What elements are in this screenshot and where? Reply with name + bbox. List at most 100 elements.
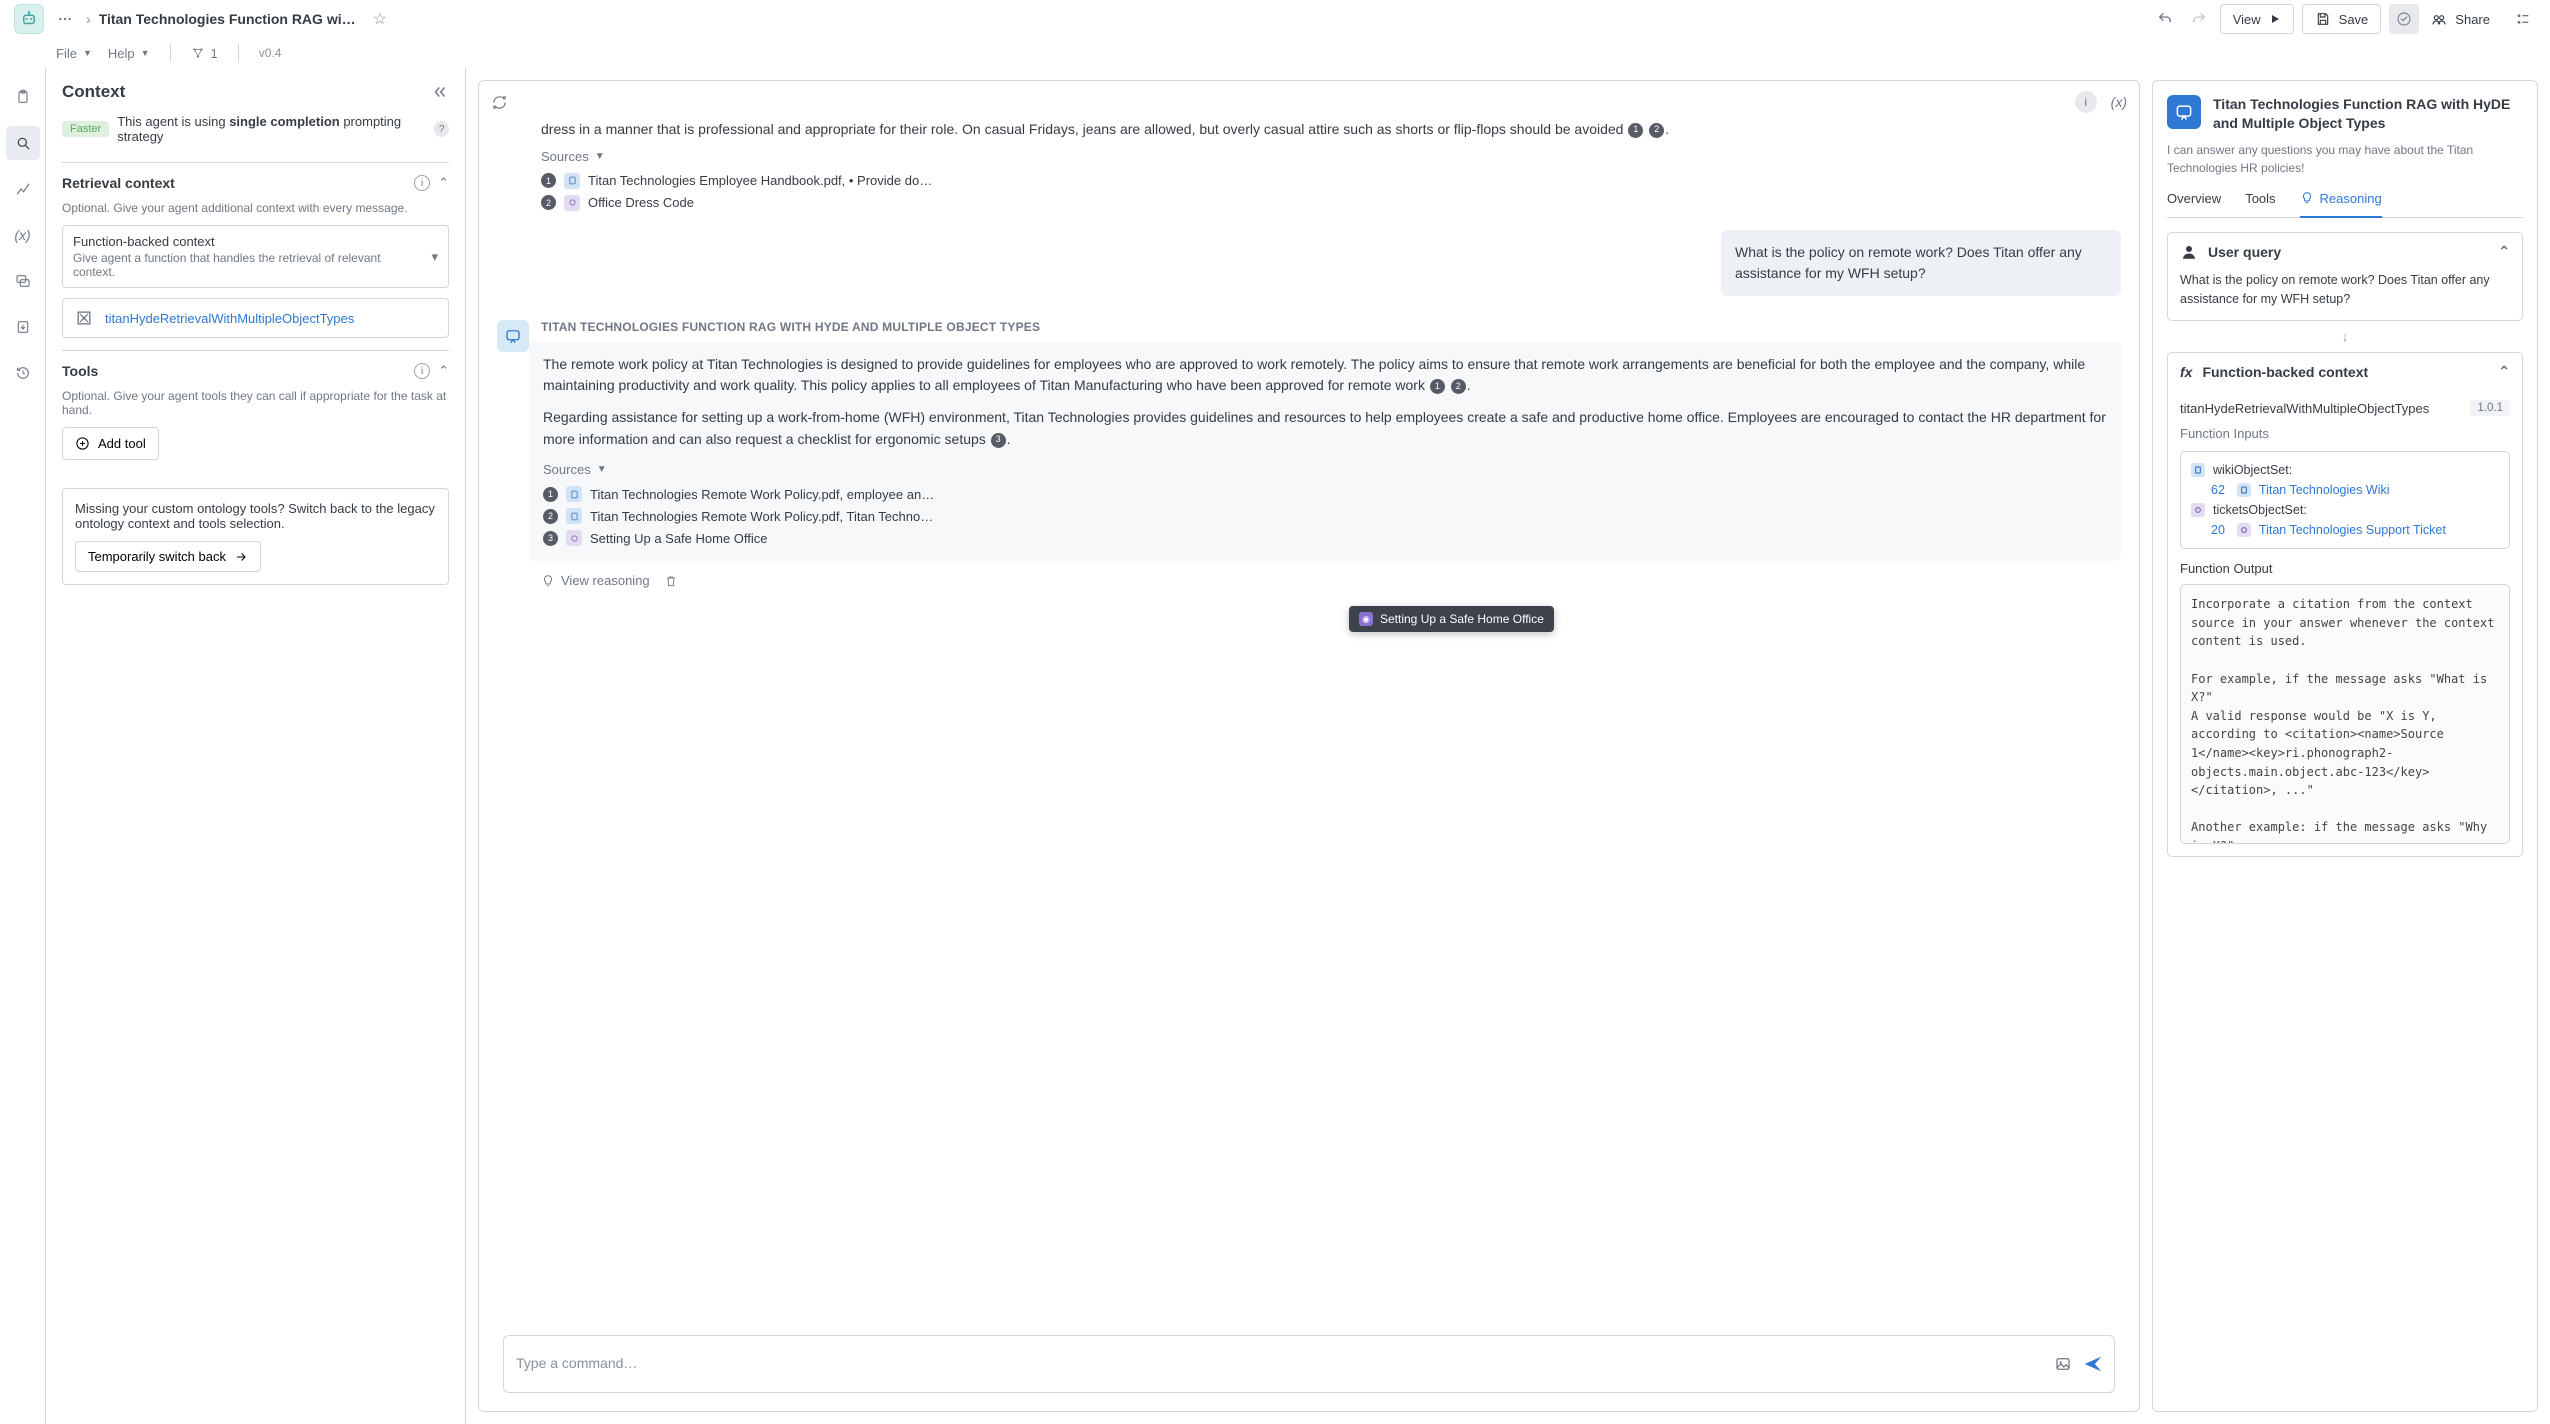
graph-nav[interactable]: 1 <box>191 46 218 61</box>
obj-icon <box>2237 483 2251 497</box>
chevron-down-icon: ▾ <box>431 249 438 265</box>
legacy-switch-box: Missing your custom ontology tools? Swit… <box>62 488 449 585</box>
help-menu[interactable]: Help ▼ <box>108 46 150 61</box>
source-row[interactable]: 1Titan Technologies Remote Work Policy.p… <box>543 483 2107 505</box>
sources-toggle[interactable]: Sources▼ <box>543 462 607 477</box>
fbc-section[interactable]: fx Function-backed context ⌃ <box>2168 353 2522 390</box>
select-title: Function-backed context <box>73 234 414 249</box>
ellipsis-icon <box>57 11 73 27</box>
strategy-help-icon[interactable]: ? <box>434 121 449 137</box>
variable-icon: (x) <box>14 227 30 243</box>
collapse-panel-button[interactable] <box>431 83 449 101</box>
delete-button[interactable] <box>664 574 678 588</box>
rail-clipboard-icon[interactable] <box>6 80 40 114</box>
more-menu-button[interactable] <box>52 6 78 32</box>
user-query-section[interactable]: User query ⌃ <box>2168 233 2522 271</box>
faster-badge: Faster <box>62 121 109 137</box>
answer-p2: Regarding assistance for setting up a wo… <box>543 409 2106 447</box>
citation-1[interactable]: 1 <box>1430 379 1445 394</box>
view-button[interactable]: View <box>2220 4 2294 34</box>
file-menu[interactable]: File▼ <box>56 46 92 61</box>
doc-icon <box>566 486 582 502</box>
context-title: Context <box>62 82 125 102</box>
trash-icon <box>664 574 678 588</box>
assistant-name: TITAN TECHNOLOGIES FUNCTION RAG WITH HYD… <box>541 320 2121 334</box>
tab-overview[interactable]: Overview <box>2167 191 2221 218</box>
citation-2[interactable]: 2 <box>1451 379 1466 394</box>
chevron-down-icon: ▼ <box>141 48 150 58</box>
rail-variable-icon[interactable]: (x) <box>6 218 40 252</box>
view-reasoning-label: View reasoning <box>561 573 650 588</box>
user-message-bubble: What is the policy on remote work? Does … <box>1721 230 2121 296</box>
sources-toggle[interactable]: Sources▼ <box>541 149 605 164</box>
user-query-text: What is the policy on remote work? Does … <box>2168 271 2522 321</box>
citation-tooltip: ◉ Setting Up a Safe Home Office <box>1349 606 1554 632</box>
source-row[interactable]: 2 Office Dress Code <box>541 192 2121 214</box>
info-button[interactable]: i <box>2075 91 2097 113</box>
tools-header[interactable]: Tools i ⌃ <box>62 363 449 379</box>
separator <box>238 44 239 62</box>
assistant-avatar <box>497 320 529 352</box>
export-icon <box>15 319 31 335</box>
save-icon <box>2315 11 2331 27</box>
wiki-link[interactable]: Titan Technologies Wiki <box>2259 483 2390 497</box>
rail-history-icon[interactable] <box>6 356 40 390</box>
share-button[interactable]: Share <box>2427 4 2502 34</box>
check-icon <box>2396 11 2412 27</box>
clipboard-icon <box>15 89 31 105</box>
retrieval-context-header[interactable]: Retrieval context i ⌃ <box>62 175 449 191</box>
undo-button[interactable] <box>2152 6 2178 32</box>
fn-output-label: Function Output <box>2168 561 2522 584</box>
view-reasoning-button[interactable]: View reasoning <box>541 573 650 588</box>
tab-reasoning[interactable]: Reasoning <box>2300 191 2382 218</box>
send-button[interactable] <box>2082 1353 2104 1375</box>
bulb-icon <box>2300 191 2314 205</box>
legacy-switch-button[interactable]: Temporarily switch back <box>75 541 261 572</box>
retrieval-info-icon[interactable]: i <box>414 175 430 191</box>
citation-2[interactable]: 2 <box>1649 123 1664 138</box>
redo-button[interactable] <box>2186 6 2212 32</box>
wiki-icon <box>566 530 582 546</box>
separator <box>170 44 171 62</box>
refresh-button[interactable] <box>491 94 508 111</box>
tools-info-icon[interactable]: i <box>414 363 430 379</box>
share-label: Share <box>2455 12 2490 27</box>
rail-chat-icon[interactable] <box>6 264 40 298</box>
person-icon <box>2180 243 2198 261</box>
obj-icon <box>2191 503 2205 517</box>
source-row[interactable]: 3Setting Up a Safe Home Office <box>543 527 2107 549</box>
context-type-select[interactable]: Function-backed context Give agent a fun… <box>62 225 449 288</box>
citation-1[interactable]: 1 <box>1628 123 1643 138</box>
add-tool-button[interactable]: Add tool <box>62 427 159 460</box>
fn-name: titanHydeRetrievalWithMultipleObjectType… <box>2180 401 2429 416</box>
rail-chart-icon[interactable] <box>6 172 40 206</box>
variable-button[interactable]: (x) <box>2111 94 2127 110</box>
legacy-text: Missing your custom ontology tools? Swit… <box>75 501 436 531</box>
command-input-box[interactable] <box>503 1335 2115 1393</box>
user-query-label: User query <box>2208 244 2281 260</box>
tooltip-label: Setting Up a Safe Home Office <box>1380 612 1544 626</box>
chart-icon <box>15 181 31 197</box>
plus-circle-icon <box>75 436 90 451</box>
tickets-link[interactable]: Titan Technologies Support Ticket <box>2259 523 2446 537</box>
wiki-key: wikiObjectSet: <box>2213 463 2292 477</box>
attach-button[interactable] <box>2054 1355 2072 1373</box>
help-label: Help <box>108 46 135 61</box>
status-check-badge <box>2389 4 2419 34</box>
favorite-star-icon[interactable]: ☆ <box>373 9 387 29</box>
rail-search-icon[interactable] <box>6 126 40 160</box>
source-row[interactable]: 1 Titan Technologies Employee Handbook.p… <box>541 170 2121 192</box>
tab-tools[interactable]: Tools <box>2245 191 2275 218</box>
side-panel-toggle-button[interactable] <box>2510 6 2536 32</box>
retrieval-function-link[interactable]: titanHydeRetrievalWithMultipleObjectType… <box>62 298 449 338</box>
rail-export-icon[interactable] <box>6 310 40 344</box>
doc-icon <box>564 173 580 189</box>
save-button[interactable]: Save <box>2302 4 2382 34</box>
add-tool-label: Add tool <box>98 436 146 451</box>
share-icon <box>2431 11 2447 27</box>
command-input[interactable] <box>514 1353 2044 1375</box>
doc-icon <box>566 508 582 524</box>
citation-3[interactable]: 3 <box>991 433 1006 448</box>
history-icon <box>15 365 31 381</box>
source-row[interactable]: 2Titan Technologies Remote Work Policy.p… <box>543 505 2107 527</box>
